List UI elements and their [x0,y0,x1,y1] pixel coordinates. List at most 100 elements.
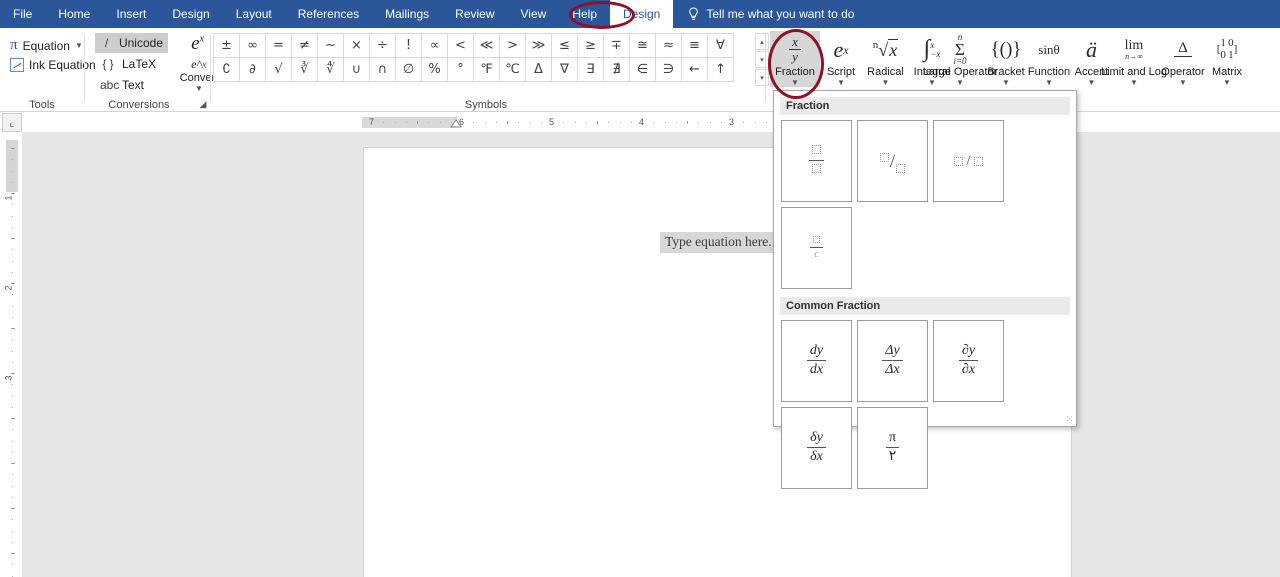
chevron-down-icon[interactable]: ▼ [1045,78,1053,87]
gallery-item-pi-over-two[interactable]: π ٢ [857,407,928,489]
symbols-scroll-more-icon[interactable]: ▾ [755,69,769,86]
structure-function-button[interactable]: sinθ Function ▼ [1026,31,1072,87]
tab-stop-icon[interactable]: ⌞ [2,113,22,132]
document-canvas[interactable]: Type equation here. [22,132,1280,577]
symbol-cell-6[interactable]: ∩ [369,57,396,82]
symbol-cell-15[interactable]: ∄ [603,57,630,82]
tab-insert[interactable]: Insert [103,0,159,28]
symbol-cell-4[interactable]: ∜ [317,57,344,82]
symbols-scroll-down-icon[interactable]: ▾ [755,51,769,68]
gallery-item-linear-fraction[interactable]: / [933,120,1004,202]
symbol-cell-5[interactable]: ∪ [343,57,370,82]
symbol-cell-3[interactable]: ≠ [291,33,318,58]
tab-layout[interactable]: Layout [223,0,285,28]
tab-review[interactable]: Review [442,0,507,28]
symbol-cell-10[interactable]: ≪ [473,33,500,58]
symbol-cell-0[interactable]: ± [213,33,240,58]
gallery-resize-grip[interactable]: ⁙ [1065,415,1073,424]
structure-limit-and-log-button[interactable]: lim n→∞ Limit and Log ▼ [1101,31,1167,87]
chevron-down-icon[interactable]: ▼ [1130,78,1138,87]
symbol-cell-19[interactable]: ∀ [707,33,734,58]
symbol-cell-4[interactable]: ~ [317,33,344,58]
symbol-cell-5[interactable]: × [343,33,370,58]
symbol-cell-17[interactable]: ≈ [655,33,682,58]
symbol-cell-10[interactable]: ℉ [473,57,500,82]
conversion-unicode-option[interactable]: / Unicode [95,33,168,53]
horizontal-ruler[interactable]: 76543 [22,113,1280,132]
structure-matrix-button[interactable]: [1 00 1] Matrix ▼ [1206,31,1248,87]
chevron-down-icon[interactable]: ▼ [791,78,799,87]
structure-fraction-button[interactable]: xy Fraction ▼ [770,31,820,87]
chevron-down-icon[interactable]: ▼ [75,41,83,50]
structure-script-button[interactable]: ex Script ▼ [821,31,861,87]
chevron-down-icon[interactable]: ▼ [837,78,845,87]
conversion-text-option[interactable]: abc Text [95,75,168,95]
chevron-down-icon[interactable]: ▼ [1223,78,1231,87]
gallery-item-dy-dx[interactable]: dy dx [781,320,852,402]
symbol-cell-14[interactable]: ≥ [577,33,604,58]
structure-large-operator-button[interactable]: n Σi=0 Large Operator ▼ [923,31,998,87]
gallery-item-small-stacked-fraction[interactable]: c [781,207,852,289]
symbol-cell-11[interactable]: > [499,33,526,58]
symbol-cell-7[interactable]: ∅ [395,57,422,82]
symbol-cell-15[interactable]: ∓ [603,33,630,58]
symbol-cell-13[interactable]: ∇ [551,57,578,82]
symbol-cell-2[interactable]: √ [265,57,292,82]
symbol-cell-17[interactable]: ∋ [655,57,682,82]
symbol-cell-14[interactable]: ∃ [577,57,604,82]
gallery-item-small-delta-y-small-delta-x[interactable]: δy δx [781,407,852,489]
symbol-cell-6[interactable]: ÷ [369,33,396,58]
tab-home[interactable]: Home [45,0,103,28]
symbol-cell-18[interactable]: ≡ [681,33,708,58]
symbol-cell-8[interactable]: % [421,57,448,82]
symbol-cell-1[interactable]: ∞ [239,33,266,58]
gallery-item-skewed-fraction[interactable]: / [857,120,928,202]
symbol-cell-12[interactable]: Δ [525,57,552,82]
symbols-scrollbar[interactable]: ▴ ▾ ▾ [755,33,769,86]
tab-mailings[interactable]: Mailings [372,0,442,28]
symbol-cell-11[interactable]: ℃ [499,57,526,82]
tab-references[interactable]: References [285,0,372,28]
equation-button[interactable]: π Equation ▼ [6,35,87,56]
structure-radical-button[interactable]: n √x Radical ▼ [862,31,909,87]
tell-me-box[interactable]: Tell me what you want to do [673,0,854,28]
chevron-down-icon[interactable]: ▼ [1179,78,1187,87]
chevron-down-icon[interactable]: ▼ [882,78,890,87]
chevron-down-icon[interactable]: ▼ [956,78,964,87]
tab-design[interactable]: Design [159,0,222,28]
equation-placeholder-field[interactable]: Type equation here. [660,232,777,253]
symbol-cell-0[interactable]: ∁ [213,57,240,82]
chevron-down-icon[interactable]: ▼ [195,84,203,93]
symbol-cell-16[interactable]: ∈ [629,57,656,82]
conversions-dialog-launcher[interactable]: ◢ [197,98,209,110]
tab-help[interactable]: Help [559,0,610,28]
vertical-ruler[interactable]: 1 2 3 [2,140,22,577]
symbol-cell-9[interactable]: ° [447,57,474,82]
tab-file[interactable]: File [0,0,45,28]
symbol-cell-7[interactable]: ! [395,33,422,58]
symbol-cell-1[interactable]: ∂ [239,57,266,82]
gallery-item-delta-y-delta-x[interactable]: Δy Δx [857,320,928,402]
fraction-gallery-dropdown[interactable]: Fraction / / c Common Fraction dy dx Δy … [773,90,1077,489]
tab-equation-design[interactable]: Design [610,0,674,28]
symbols-scroll-up-icon[interactable]: ▴ [755,33,769,50]
symbol-cell-2[interactable]: = [265,33,292,58]
symbol-cell-16[interactable]: ≅ [629,33,656,58]
tab-view[interactable]: View [508,0,560,28]
symbol-cell-9[interactable]: < [447,33,474,58]
chevron-down-icon[interactable]: ▼ [1002,78,1010,87]
symbol-cell-13[interactable]: ≤ [551,33,578,58]
structure-accent-button[interactable]: ä Accent ▼ [1072,31,1111,87]
symbol-cell-19[interactable]: ↑ [707,57,734,82]
structure-bracket-button[interactable]: {()} Bracket ▼ [985,31,1027,87]
gallery-item-partial-y-partial-x[interactable]: ∂y ∂x [933,320,1004,402]
symbol-cell-18[interactable]: ← [681,57,708,82]
structure-operator-button[interactable]: Δ Operator ▼ [1159,31,1207,87]
symbol-cell-3[interactable]: ∛ [291,57,318,82]
chevron-down-icon[interactable]: ▼ [1088,78,1096,87]
symbols-gallery[interactable]: ± ∞ = ≠ ~ × ÷! ∝ < ≪ > ≫ ≤ ≥ ∓ ≅ ≈ ≡ ∀ ∁ ∂ √ ∛ ∜ ∪ ∩ ∅% ° ℉ ℃ Δ ∇ ∃ ∄ ∈ ∋ ←… [213,33,734,82]
gallery-item-stacked-fraction[interactable] [781,120,852,202]
symbol-cell-8[interactable]: ∝ [421,33,448,58]
symbol-cell-12[interactable]: ≫ [525,33,552,58]
conversion-latex-option[interactable]: { } LaTeX [95,54,168,74]
